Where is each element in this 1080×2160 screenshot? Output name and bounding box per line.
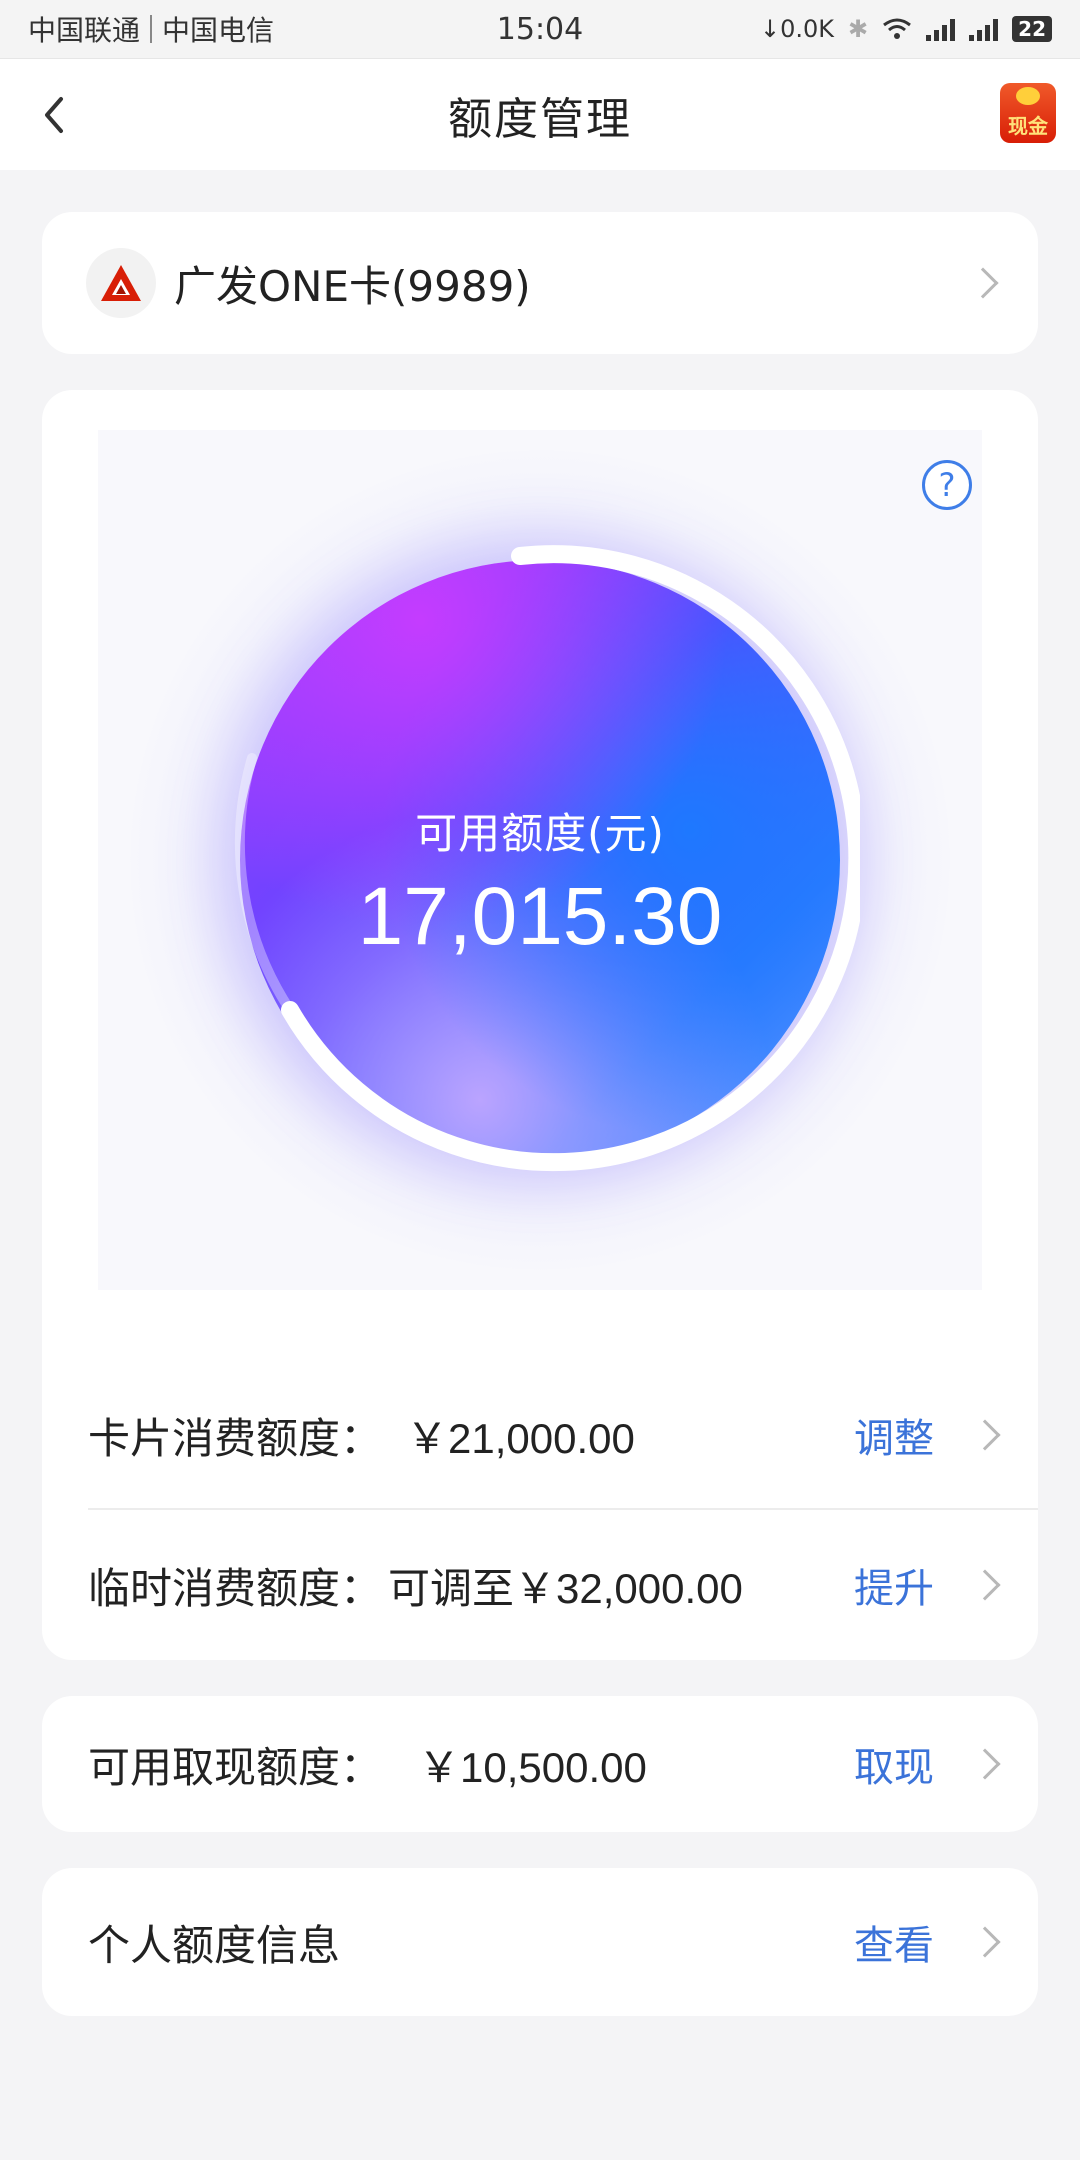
consume-limit-label: 卡片消费额度： <box>88 1413 383 1463</box>
available-limit-value: 17,015.30 <box>357 871 723 962</box>
carrier-separator <box>150 15 153 43</box>
battery-icon: 22 <box>1012 16 1052 42</box>
cash-icon-label: 现金 <box>1008 114 1048 138</box>
credit-gauge: 可用额度(元) 17,015.30 <box>98 430 982 1290</box>
cash-limit-value: ￥10,500.00 <box>418 1743 647 1791</box>
bluetooth-icon: ✱ <box>848 15 869 43</box>
wifi-icon <box>883 18 912 39</box>
cash-limit-label: 可用取现额度： <box>88 1742 383 1792</box>
temp-limit-label: 临时消费额度： <box>88 1563 383 1613</box>
help-icon[interactable]: ? <box>922 460 972 510</box>
signal-icon-2 <box>969 17 999 41</box>
download-speed: ↓0.0K <box>760 15 835 43</box>
carrier-2: 中国电信 <box>162 14 275 47</box>
coin-icon <box>1016 87 1040 105</box>
signal-icon <box>926 17 956 41</box>
cash-icon[interactable]: 现金 <box>1000 83 1056 143</box>
bank-logo <box>86 248 156 318</box>
temp-limit-value: 可调至￥32,000.00 <box>388 1564 743 1612</box>
chevron-right-icon <box>969 1926 1001 1958</box>
temp-limit-row[interactable]: 临时消费额度： 可调至￥32,000.00 提升 <box>88 1510 1001 1660</box>
cash-limit-row[interactable]: 可用取现额度： ￥10,500.00 取现 <box>88 1689 1001 1839</box>
available-limit-label: 可用额度(元) <box>415 809 665 858</box>
carrier-1: 中国联通 <box>28 14 141 47</box>
net-speed-value: 0.0K <box>780 15 835 43</box>
bank-logo-icon <box>101 265 141 301</box>
card-selector[interactable]: 广发ONE卡(9989) <box>42 212 1038 354</box>
back-button[interactable] <box>24 85 84 145</box>
chevron-right-icon <box>967 267 999 299</box>
personal-limit-label: 个人额度信息 <box>88 1920 341 1970</box>
status-bar: 中国联通 中国电信 15:04 ↓0.0K ✱ 22 <box>0 0 1080 58</box>
carrier-info: 中国联通 中国电信 <box>28 9 274 49</box>
personal-limit-row[interactable]: 个人额度信息 查看 <box>88 1867 1001 2017</box>
chevron-right-icon <box>969 1419 1001 1451</box>
chevron-left-icon <box>45 97 63 133</box>
page-title: 额度管理 <box>448 93 632 145</box>
withdraw-button[interactable]: 取现 <box>854 1735 934 1793</box>
raise-button[interactable]: 提升 <box>854 1556 934 1614</box>
chevron-right-icon <box>969 1748 1001 1780</box>
consume-limit-row[interactable]: 卡片消费额度： ￥21,000.00 调整 <box>88 1360 1001 1510</box>
cash-limit-card[interactable]: 可用取现额度： ￥10,500.00 取现 <box>42 1696 1038 1832</box>
view-button[interactable]: 查看 <box>854 1913 934 1971</box>
credit-limit-card: 可用额度(元) 17,015.30 ? 卡片消费额度： ￥21,000.00 调… <box>42 390 1038 1660</box>
status-icons: ↓0.0K ✱ 22 <box>760 15 1052 43</box>
personal-limit-card[interactable]: 个人额度信息 查看 <box>42 1868 1038 2016</box>
nav-header: 额度管理 现金 <box>0 58 1080 170</box>
adjust-button[interactable]: 调整 <box>854 1406 934 1464</box>
card-name: 广发ONE卡(9989) <box>174 261 531 311</box>
chevron-right-icon <box>969 1569 1001 1601</box>
consume-limit-value: ￥21,000.00 <box>406 1414 635 1462</box>
